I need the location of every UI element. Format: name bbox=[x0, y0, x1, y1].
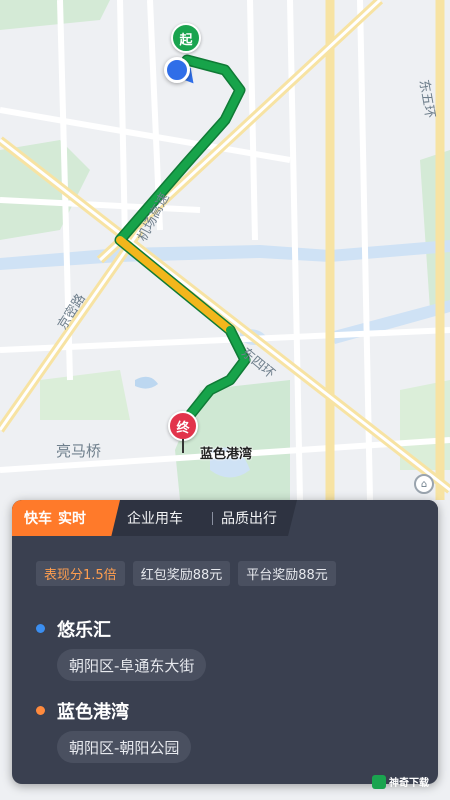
pickup-dot-icon bbox=[36, 624, 45, 633]
tab-enterprise[interactable]: 企业用车 bbox=[127, 500, 183, 536]
end-pin-stem bbox=[182, 439, 184, 453]
tab-express-sub: 实时 bbox=[58, 511, 86, 527]
tab-express-label: 快车 bbox=[24, 511, 52, 527]
tabs-right-filler bbox=[288, 500, 438, 536]
dropoff-name: 蓝色港湾 bbox=[57, 702, 129, 723]
destination-map-label: 蓝色港湾 bbox=[200, 447, 253, 462]
tab-express[interactable]: 快车 实时 bbox=[12, 500, 120, 536]
tab-premium[interactable]: 品质出行 bbox=[221, 500, 277, 536]
poi-icon[interactable]: ⌂ bbox=[414, 474, 434, 494]
dropoff-address: 朝阳区-朝阳公园 bbox=[57, 731, 192, 763]
pickup-name: 悠乐汇 bbox=[57, 620, 111, 641]
dropoff-dot-icon bbox=[36, 706, 45, 715]
watermark-text: 神奇下载 bbox=[389, 778, 429, 789]
badge-performance: 表现分1.5倍 bbox=[36, 561, 125, 586]
reward-badges: 表现分1.5倍 红包奖励88元 平台奖励88元 bbox=[36, 561, 336, 586]
end-pin-icon[interactable]: 终 bbox=[168, 411, 198, 441]
current-location-icon[interactable] bbox=[164, 57, 190, 83]
road-label-liangma-bridge: 亮马桥 bbox=[56, 442, 102, 460]
watermark-logo-icon bbox=[372, 774, 386, 789]
start-pin-icon[interactable]: 起 bbox=[171, 23, 201, 53]
badge-platform: 平台奖励88元 bbox=[238, 561, 336, 586]
badge-red-packet: 红包奖励88元 bbox=[132, 561, 231, 586]
pickup-address: 朝阳区-阜通东大街 bbox=[57, 649, 207, 681]
tab-divider bbox=[212, 512, 213, 525]
service-tabs: 快车 实时 企业用车 品质出行 bbox=[12, 500, 438, 536]
order-panel: 快车 实时 企业用车 品质出行 表现分1.5倍 红包奖励88元 平台奖励88元 … bbox=[12, 500, 438, 784]
watermark: 神奇下载 bbox=[372, 774, 429, 789]
